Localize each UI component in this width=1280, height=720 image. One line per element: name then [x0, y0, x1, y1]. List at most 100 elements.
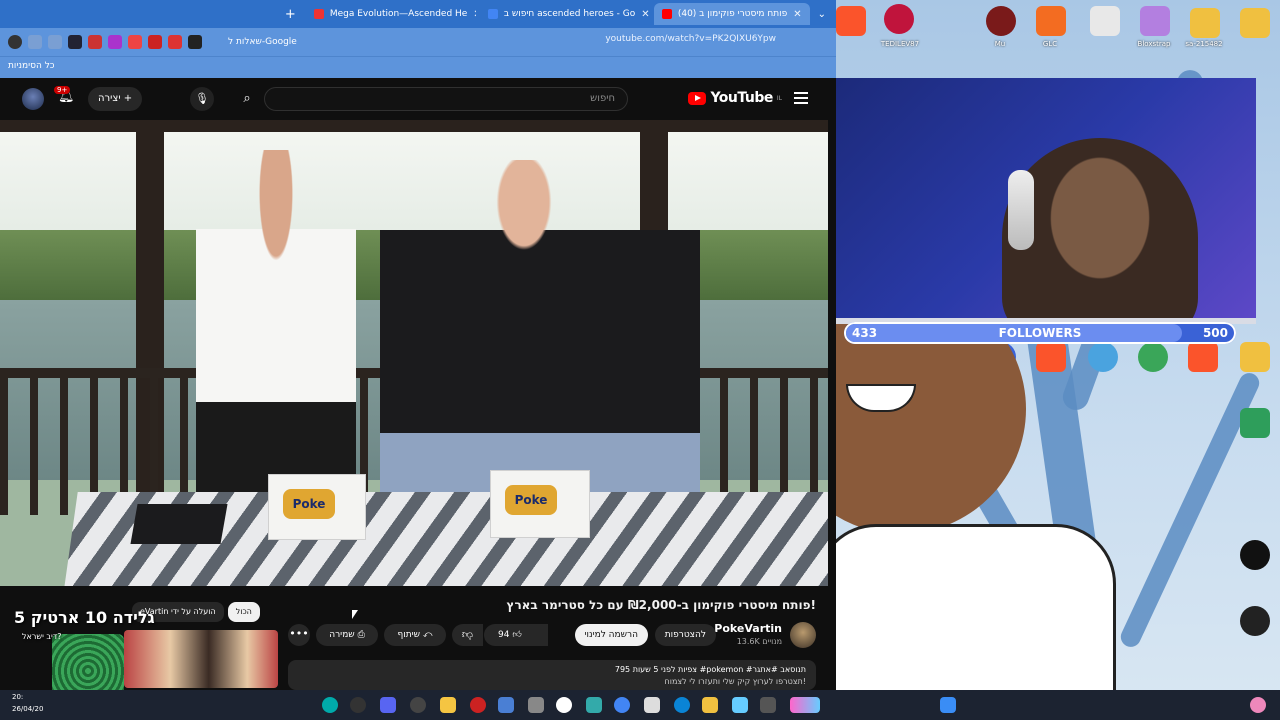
capcut-icon[interactable]	[1240, 540, 1270, 570]
tab-list-button[interactable]: ⌄	[814, 9, 830, 20]
address-bar[interactable]: youtube.com/watch?v=PK2QIXU6Ypw	[605, 34, 776, 44]
replay-icon[interactable]	[1240, 606, 1270, 636]
app-icon[interactable]	[790, 697, 820, 713]
menu-icon[interactable]	[794, 92, 808, 104]
extension-icon[interactable]	[168, 35, 182, 49]
video-player[interactable]: Poke Poke	[0, 120, 828, 586]
file-icon[interactable]	[1090, 6, 1120, 36]
tab-label: (40) פותח מיסטרי פוקימון ב	[677, 9, 788, 19]
new-tab-button[interactable]: +	[279, 7, 302, 22]
edge-icon[interactable]	[674, 697, 690, 713]
brave-icon[interactable]	[1188, 342, 1218, 372]
mic-icon[interactable]: 🎙︎	[190, 87, 214, 111]
google-search-chip[interactable]: שאלות ל-Google	[228, 37, 297, 47]
desktop-icon-label: Bloxstrap	[1137, 40, 1171, 48]
extension-icon[interactable]	[148, 35, 162, 49]
obs-icon[interactable]	[350, 697, 366, 713]
youtube-favicon-icon	[661, 9, 672, 19]
black-case	[130, 504, 228, 544]
like-count: 94	[498, 630, 510, 640]
bloxstrap-icon[interactable]	[1140, 6, 1170, 36]
share-button[interactable]: שיתוף ⤺	[384, 624, 446, 646]
mu-app-icon[interactable]	[986, 6, 1016, 36]
glc-app-icon[interactable]	[1036, 6, 1066, 36]
extension-icon[interactable]	[28, 35, 42, 49]
extension-icon[interactable]	[128, 35, 142, 49]
browser-window: ⌄ (40) פותח מיסטרי פוקימון ב ✕ חיפוש ב a…	[0, 0, 836, 690]
mystery-box: Poke	[268, 474, 366, 540]
all-bookmarks[interactable]: כל הסימניות	[8, 61, 55, 71]
ad-faces-image	[124, 630, 278, 688]
youtube-wordmark: YouTube	[710, 90, 773, 106]
app-icon[interactable]	[470, 697, 486, 713]
brave-icon[interactable]	[836, 6, 866, 36]
more-actions-button[interactable]: •••	[288, 624, 310, 646]
search-input[interactable]: חיפוש	[264, 87, 628, 111]
create-label: יצירה	[98, 93, 121, 104]
chrome-icon[interactable]	[614, 697, 630, 713]
chatgpt-icon[interactable]	[556, 697, 572, 713]
app-icon[interactable]	[410, 697, 426, 713]
google-favicon-icon	[487, 9, 498, 19]
download-icon[interactable]	[1240, 408, 1270, 438]
extension-icon[interactable]	[48, 35, 62, 49]
close-icon[interactable]: ✕	[473, 9, 475, 20]
folder-icon[interactable]	[1240, 8, 1270, 38]
windows-start-icon[interactable]	[940, 697, 956, 713]
extension-icon[interactable]	[88, 35, 102, 49]
search-icon[interactable]: ⌕	[234, 87, 260, 111]
tab-pokemon[interactable]: Mega Evolution—Ascended He ✕	[306, 3, 476, 25]
cartoon-head	[836, 324, 1026, 534]
app-icon[interactable]	[440, 697, 456, 713]
folder-icon[interactable]	[1190, 8, 1220, 38]
cartoon-overlay	[836, 324, 1136, 690]
app-icon[interactable]	[528, 697, 544, 713]
description-box[interactable]: 795 צפיות לפני 5 שעות #pokemon #תנוסאב #…	[288, 660, 816, 690]
save-label: שמירה	[329, 630, 355, 640]
create-button[interactable]: יצירה +	[88, 87, 143, 111]
desktop-icon-label: Mu	[994, 40, 1006, 48]
like-button[interactable]: 94 👍︎	[484, 624, 548, 646]
profile-icon[interactable]	[8, 35, 22, 49]
app-icon[interactable]	[732, 697, 748, 713]
bookmark-icon: ⎙	[357, 630, 365, 640]
app-icon[interactable]	[1138, 342, 1168, 372]
file-explorer-icon[interactable]	[702, 697, 718, 713]
app-icon[interactable]	[586, 697, 602, 713]
subscribe-button[interactable]: הרשמה למינוי	[574, 624, 648, 646]
dislike-button[interactable]: 👎︎	[452, 624, 483, 646]
heart-app-icon[interactable]	[884, 4, 914, 34]
close-icon[interactable]: ✕	[641, 9, 649, 20]
extension-icon[interactable]	[188, 35, 202, 49]
folder-icon[interactable]	[1240, 342, 1270, 372]
box-logo: Poke	[283, 489, 335, 519]
extension-icon[interactable]	[68, 35, 82, 49]
save-button[interactable]: שמירה ⎙	[316, 624, 378, 646]
description-meta: 795 צפיות לפני 5 שעות #pokemon #תנוסאב #…	[614, 665, 806, 674]
store-icon[interactable]	[644, 697, 660, 713]
notification-badge: 9+	[54, 86, 71, 94]
join-button[interactable]: להצטרפות	[654, 624, 716, 646]
youtube-logo[interactable]: YouTube IL	[688, 90, 782, 106]
extension-icon[interactable]	[108, 35, 122, 49]
thumbs-up-icon: 👍︎	[512, 630, 522, 640]
avatar[interactable]	[1250, 697, 1266, 713]
app-icon[interactable]	[760, 697, 776, 713]
avatar[interactable]	[22, 88, 44, 110]
taskbar	[0, 690, 1280, 720]
app-icon[interactable]	[498, 697, 514, 713]
followers-goal-bar: 433 FOLLOWERS 500	[844, 322, 1236, 344]
thumbs-down-icon: 👎︎	[461, 628, 474, 641]
channel-name[interactable]: PokeVartin	[714, 622, 782, 635]
search-placeholder: חיפוש	[590, 93, 615, 104]
tab-label: חיפוש ב ascended heroes - Go	[503, 9, 636, 19]
tab-youtube[interactable]: (40) פותח מיסטרי פוקימון ב ✕	[653, 3, 810, 25]
close-icon[interactable]: ✕	[793, 9, 801, 20]
chip-all[interactable]: הכול	[227, 602, 260, 622]
channel-avatar[interactable]	[790, 622, 816, 648]
microphone	[1008, 170, 1034, 250]
app-icon[interactable]	[322, 697, 338, 713]
share-label: שיתוף	[397, 630, 421, 640]
discord-icon[interactable]	[380, 697, 396, 713]
tab-google[interactable]: חיפוש ב ascended heroes - Go ✕	[480, 3, 650, 25]
